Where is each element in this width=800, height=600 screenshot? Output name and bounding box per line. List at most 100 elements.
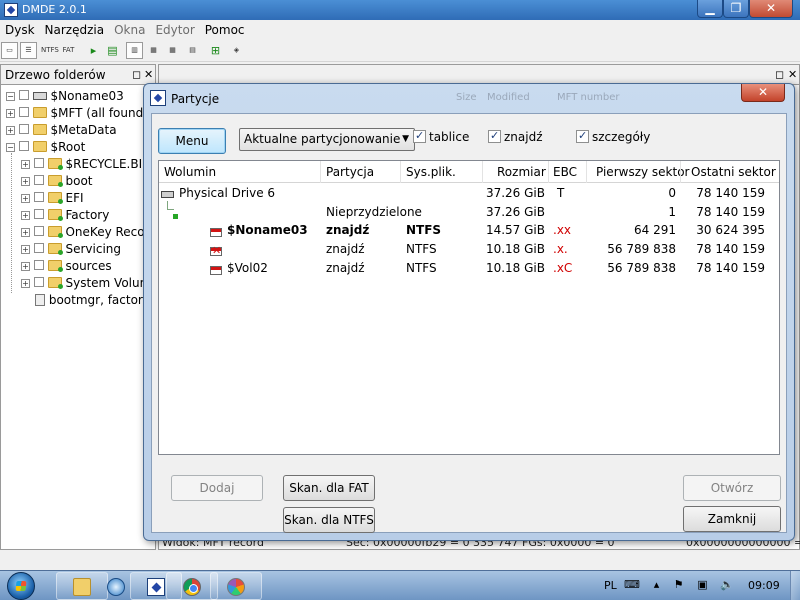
column-header-volume[interactable]: Wolumin [164,165,216,179]
tree-item-root[interactable]: − $Root [6,140,85,157]
cell-first-sector: 56 789 838 [607,242,676,256]
start-button[interactable] [1,571,45,600]
close-dialog-button[interactable]: Zamknij [683,506,781,532]
scan-ntfs-button[interactable]: Skan. dla NTFS [283,507,375,533]
tree-checkbox[interactable] [18,124,29,134]
tree-item-sources[interactable]: + sources [21,259,112,276]
disk-icon [161,187,174,201]
tree-item-recycle-bin[interactable]: + $RECYCLE.BIN [21,157,151,174]
add-button[interactable]: Dodaj [171,475,263,501]
column-header-size[interactable]: Rozmiar [497,165,546,179]
tree-item-boot[interactable]: + boot [21,174,93,191]
expand-icon[interactable]: + [21,211,30,220]
menu-pomoc[interactable]: Pomoc [200,20,250,37]
column-divider[interactable] [320,161,321,183]
partition-deleted-icon [210,244,222,259]
column-header-filesystem[interactable]: Sys.plik. [406,165,456,179]
dialog-close-button[interactable]: ✕ [741,84,785,102]
menu-okna[interactable]: Okna [109,20,150,37]
tree-item-efi[interactable]: + EFI [21,191,84,208]
drive-toolbar-button[interactable]: ▭ [1,42,18,59]
tray-expand-icon[interactable]: ▴ [650,579,663,592]
view-table-toolbar-button[interactable]: ▦ [164,42,181,59]
expand-icon[interactable]: + [21,245,30,254]
open-volume-toolbar-button[interactable]: ▸ [85,42,102,59]
tree-checkbox[interactable] [33,243,44,253]
tree-checkbox[interactable] [33,175,44,185]
clock[interactable]: 09:09 [748,579,780,592]
language-indicator[interactable]: PL [604,579,617,592]
taskbar-picasa[interactable] [210,572,262,600]
column-header-last-sector[interactable]: Ostatni sektor [691,165,776,179]
minimize-button[interactable]: ▁ [697,0,723,18]
view-list-toolbar-button[interactable]: ▦ [145,42,162,59]
partitions-toolbar-button[interactable]: ☰ [20,42,37,59]
column-header-ebc[interactable]: EBC [553,165,577,179]
column-divider[interactable] [548,161,549,183]
expand-icon[interactable]: + [21,194,30,203]
tree-item-mft[interactable]: + $MFT (all found) [6,106,148,123]
tree-checkbox[interactable] [18,107,29,117]
checkbox-checked-icon [576,129,589,143]
tree-checkbox[interactable] [18,90,29,100]
pane-restore-icon[interactable]: ◻ [775,68,784,81]
column-divider[interactable] [680,161,681,183]
expand-icon[interactable]: + [21,279,30,288]
menu-edytor[interactable]: Edytor [150,20,199,37]
expand-icon[interactable]: + [21,160,30,169]
keyboard-icon[interactable]: ⌨ [624,579,640,592]
column-divider[interactable] [482,161,483,183]
menu-narzedzia[interactable]: Narzędzia [40,20,110,37]
copy-toolbar-button[interactable]: ▤ [104,42,121,59]
view-details-toolbar-button[interactable]: ▤ [184,42,201,59]
collapse-icon[interactable]: − [6,143,15,152]
pane-close-icon[interactable]: ✕ [788,68,797,81]
volume-icon[interactable]: 🔈 [720,579,734,592]
tree-item-noname03[interactable]: − $Noname03 [6,89,124,106]
tree-item-onekey[interactable]: + OneKey Recove [21,225,159,242]
ntfs-toolbar-button[interactable]: NTFS [40,42,59,59]
tree-item-factory[interactable]: + Factory [21,208,109,225]
expand-icon[interactable]: + [6,109,15,118]
flag-icon[interactable]: ⚑ [672,579,685,592]
pane-close-icon[interactable]: ✕ [144,68,153,81]
tree-item-metadata[interactable]: + $MetaData [6,123,117,140]
view-panel-toolbar-button[interactable]: ▥ [126,42,143,59]
close-button[interactable]: ✕ [749,0,793,18]
open-volume-button[interactable]: Otwórz wolumin [683,475,781,519]
scan-fat-button[interactable]: Skan. dla FAT [283,475,375,501]
column-divider[interactable] [400,161,401,183]
show-desktop-button[interactable] [790,571,800,600]
expand-icon[interactable]: + [21,228,30,237]
tree-checkbox[interactable] [33,209,44,219]
pane-restore-icon[interactable]: ◻ [132,68,141,81]
tree-item-files[interactable]: bootmgr, factory.( [35,293,157,310]
found-checkbox[interactable]: znajdź [488,129,543,144]
column-header-first-sector[interactable]: Pierwszy sektor [596,165,689,179]
tree-checkbox[interactable] [33,226,44,236]
tree-checkbox[interactable] [33,158,44,168]
collapse-icon[interactable]: − [6,92,15,101]
tables-checkbox[interactable]: tablice [413,129,469,144]
menu-dysk[interactable]: Dysk [0,20,40,37]
network-icon[interactable]: ▣ [696,579,709,592]
partitioning-select[interactable]: Aktualne partycjonowanie ▼ [239,128,415,151]
tree-checkbox[interactable] [33,192,44,202]
tree-checkbox[interactable] [18,141,29,151]
menu-button[interactable]: Menu [158,128,226,154]
column-header-partition[interactable]: Partycja [326,165,374,179]
tree-toolbar-button[interactable]: ⊞ [207,42,224,59]
details-checkbox[interactable]: szczegóły [576,129,650,144]
expand-icon[interactable]: + [21,177,30,186]
column-divider[interactable] [586,161,587,183]
tree-item-servicing[interactable]: + Servicing [21,242,121,259]
tree-item-system-volume[interactable]: + System Volume [21,276,159,293]
tree-checkbox[interactable] [33,277,44,287]
fat-toolbar-button[interactable]: FAT [60,42,77,59]
dmde-toolbar-button[interactable]: ◈ [228,42,245,59]
expand-icon[interactable]: + [21,262,30,271]
expand-icon[interactable]: + [6,126,15,135]
maximize-button[interactable]: ❐ [723,0,749,18]
cell-partition: znajdź [326,242,365,256]
tree-checkbox[interactable] [33,260,44,270]
